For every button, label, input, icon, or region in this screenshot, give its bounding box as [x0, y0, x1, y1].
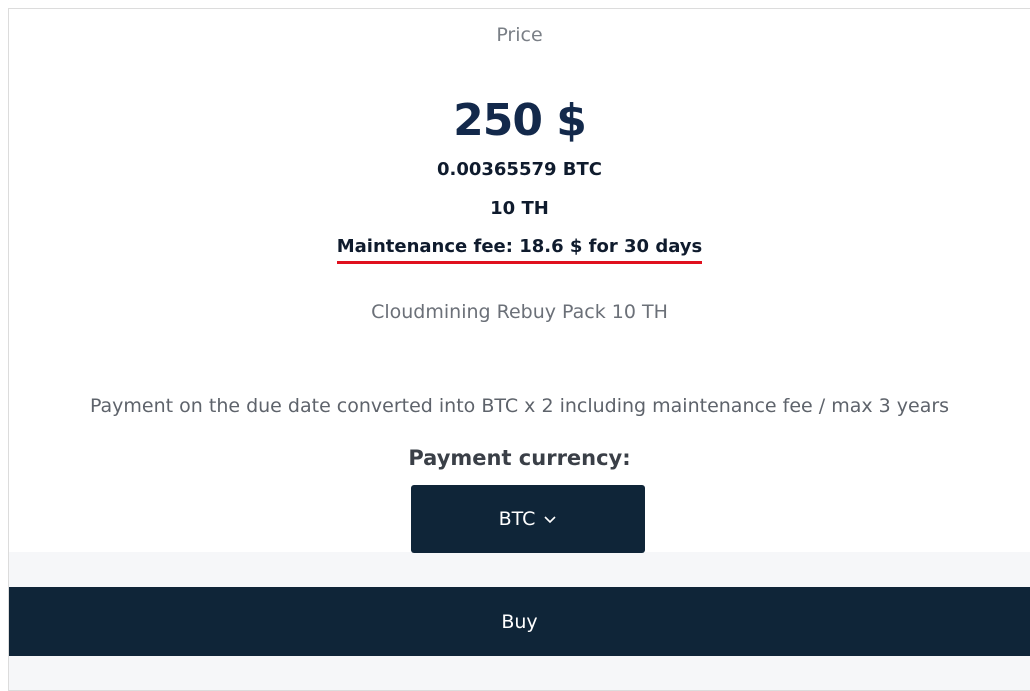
payment-currency-value: BTC [498, 508, 536, 530]
payment-note: Payment on the due date converted into B… [89, 395, 950, 417]
price-usd: 250 $ [453, 95, 587, 146]
product-name: Cloudmining Rebuy Pack 10 TH [371, 301, 668, 323]
product-card: Price 250 $ 0.00365579 BTC 10 TH Mainten… [8, 8, 1030, 691]
payment-currency-label: Payment currency: [408, 446, 631, 470]
maintenance-fee-row: Maintenance fee: 18.6 $ for 30 days [9, 236, 1030, 264]
maintenance-fee: Maintenance fee: 18.6 $ for 30 days [336, 236, 703, 264]
chevron-down-icon [544, 516, 556, 524]
hashrate: 10 TH [490, 198, 549, 219]
buy-button-label: Buy [501, 610, 538, 633]
buy-button[interactable]: Buy [9, 587, 1030, 656]
price-label: Price [496, 24, 543, 46]
price-btc: 0.00365579 BTC [436, 159, 603, 180]
payment-currency-select[interactable]: BTC [411, 485, 645, 553]
